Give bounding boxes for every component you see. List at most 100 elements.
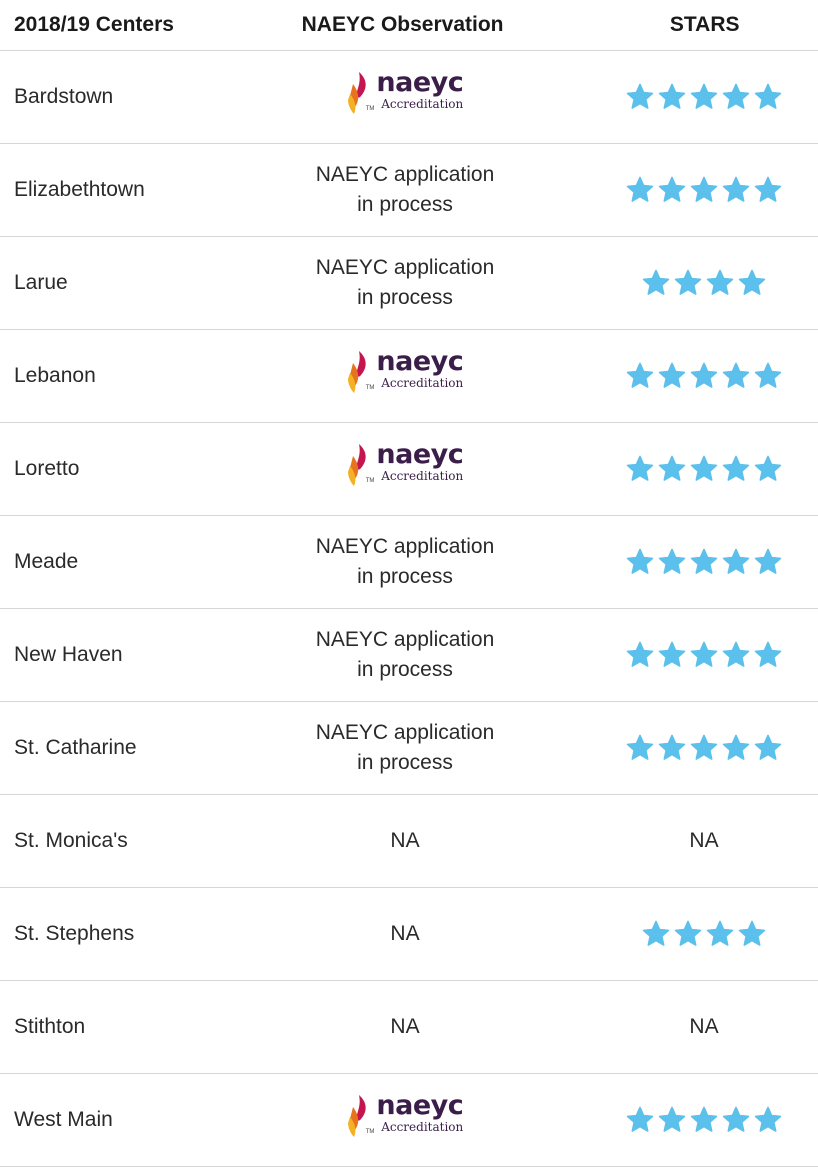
table-row: Larue NAEYC application in process	[0, 237, 818, 330]
header-stars: STARS	[669, 13, 740, 36]
star-icon	[658, 1106, 686, 1132]
stars-cell: NA	[590, 1015, 818, 1039]
star-icon	[722, 362, 750, 388]
observation-cell: NAEYC application in process	[220, 625, 590, 685]
star-icon	[674, 920, 702, 946]
table-row: Loretto TM naeyc Accreditation	[0, 423, 818, 516]
observation-text: NAEYC application in process	[315, 163, 495, 216]
star-rating	[626, 734, 782, 762]
observation-cell: NAEYC application in process	[220, 253, 590, 313]
header-observation: NAEYC Observation	[301, 13, 504, 36]
star-icon	[738, 920, 766, 946]
star-rating	[626, 176, 782, 204]
star-icon	[626, 176, 654, 202]
observation-cell: NAEYC application in process	[220, 718, 590, 778]
star-icon	[754, 1106, 782, 1132]
center-name: Stithton	[14, 1015, 86, 1038]
star-icon	[658, 548, 686, 574]
center-name: St. Catharine	[14, 736, 137, 759]
star-icon	[722, 83, 750, 109]
star-icon	[706, 269, 734, 295]
center-name: Elizabethtown	[14, 178, 145, 201]
star-icon	[690, 455, 718, 481]
star-icon	[754, 176, 782, 202]
stars-cell: NA	[590, 829, 818, 853]
star-icon	[754, 455, 782, 481]
star-icon	[674, 269, 702, 295]
star-icon	[626, 362, 654, 388]
star-icon	[722, 734, 750, 760]
center-name: St. Monica's	[14, 829, 128, 852]
stars-cell	[590, 455, 818, 483]
star-icon	[690, 641, 718, 667]
logo-subtitle: Accreditation	[381, 1120, 464, 1134]
stars-cell	[590, 548, 818, 576]
observation-text: NAEYC application in process	[315, 535, 495, 588]
star-icon	[754, 548, 782, 574]
stars-cell	[590, 83, 818, 111]
star-icon	[754, 641, 782, 667]
naeyc-accreditation-logo: TM naeyc Accreditation	[347, 346, 464, 397]
star-icon	[642, 920, 670, 946]
observation-text: NAEYC application in process	[315, 721, 495, 774]
logo-wordmark: naeyc	[376, 346, 464, 377]
table-row: Stithton NA NA	[0, 981, 818, 1074]
star-icon	[626, 641, 654, 667]
naeyc-accreditation-logo: TM naeyc Accreditation	[347, 1090, 464, 1141]
star-icon	[706, 920, 734, 946]
observation-cell: TM naeyc Accreditation	[220, 1090, 590, 1147]
observation-cell: NA	[220, 826, 590, 856]
star-icon	[754, 734, 782, 760]
star-rating	[642, 269, 766, 297]
star-icon	[722, 455, 750, 481]
logo-wordmark: naeyc	[376, 67, 464, 98]
star-icon	[722, 641, 750, 667]
observation-text: NAEYC application in process	[315, 628, 495, 681]
observation-cell: NAEYC application in process	[220, 532, 590, 592]
observation-text: NA	[390, 922, 420, 945]
star-icon	[738, 269, 766, 295]
logo-wordmark: naeyc	[376, 439, 464, 470]
star-rating	[626, 641, 782, 669]
center-name: Bardstown	[14, 85, 114, 108]
star-icon	[626, 734, 654, 760]
table-row: St. Stephens NA	[0, 888, 818, 981]
table-row: Meade NAEYC application in process	[0, 516, 818, 609]
star-icon	[626, 548, 654, 574]
stars-cell	[590, 1106, 818, 1134]
logo-tm: TM	[365, 478, 375, 484]
observation-cell: NA	[220, 1012, 590, 1042]
star-rating	[626, 1106, 782, 1134]
star-icon	[722, 548, 750, 574]
centers-table: 2018/19 Centers NAEYC Observation STARS …	[0, 0, 818, 1167]
star-icon	[658, 641, 686, 667]
stars-cell	[590, 734, 818, 762]
stars-text: NA	[689, 1015, 719, 1038]
star-icon	[690, 548, 718, 574]
stars-cell	[590, 176, 818, 204]
observation-text: NA	[390, 1015, 420, 1038]
table-row: St. Catharine NAEYC application in proces…	[0, 702, 818, 795]
stars-cell	[590, 920, 818, 948]
star-rating	[626, 455, 782, 483]
table-header: 2018/19 Centers NAEYC Observation STARS	[0, 0, 818, 50]
star-icon	[722, 176, 750, 202]
table-body: Bardstown TM naeyc Accreditation Elizabethto…	[0, 50, 818, 1167]
logo-subtitle: Accreditation	[381, 97, 464, 111]
stars-cell	[590, 362, 818, 390]
star-icon	[754, 362, 782, 388]
observation-cell: TM naeyc Accreditation	[220, 67, 590, 124]
star-icon	[626, 83, 654, 109]
center-name: Lebanon	[14, 364, 96, 387]
logo-subtitle: Accreditation	[381, 376, 464, 390]
stars-cell	[590, 641, 818, 669]
header-centers: 2018/19 Centers	[14, 13, 174, 36]
observation-cell: TM naeyc Accreditation	[220, 439, 590, 496]
star-icon	[658, 83, 686, 109]
star-icon	[690, 83, 718, 109]
star-icon	[658, 455, 686, 481]
star-rating	[626, 548, 782, 576]
logo-wordmark: naeyc	[376, 1090, 464, 1121]
star-icon	[722, 1106, 750, 1132]
table-row: New Haven NAEYC application in process	[0, 609, 818, 702]
